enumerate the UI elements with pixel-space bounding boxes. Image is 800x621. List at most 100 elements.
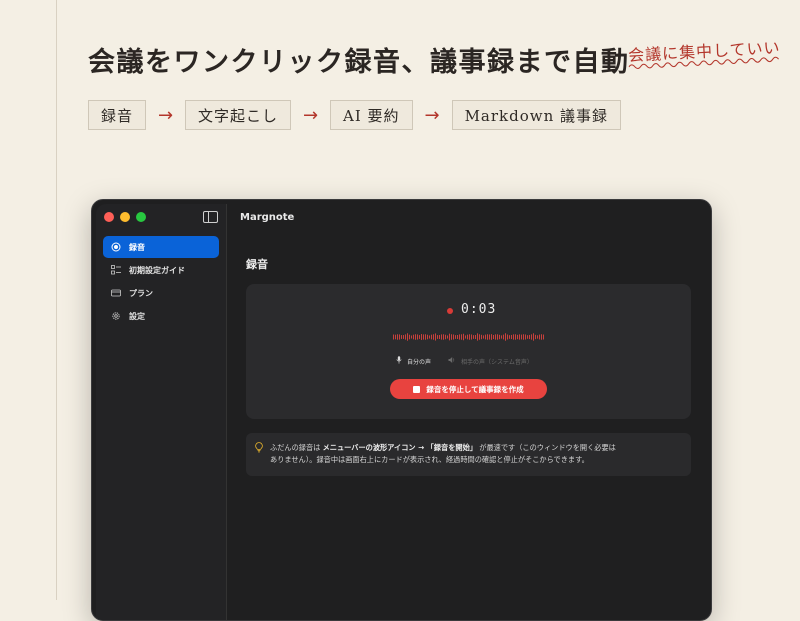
tip-line-1: ふだんの録音は メニューバーの波形アイコン → 「録音を開始」 が最速です（この… (270, 443, 616, 452)
sidebar-item-setup-guide[interactable]: 初期設定ガイド (103, 259, 219, 281)
source-system-audio[interactable]: 相手の声（システム音声） (448, 356, 533, 366)
waveform-bar (531, 334, 532, 340)
waveform-bar (447, 335, 448, 339)
waveform-bar (433, 334, 434, 340)
speaker-icon (448, 356, 456, 366)
margin-line (56, 0, 57, 600)
waveform-bar (417, 334, 418, 340)
app-title: Margnote (240, 212, 295, 223)
waveform-bar (475, 334, 476, 340)
waveform-bar (411, 335, 412, 339)
waveform-bar (437, 335, 438, 339)
section-title: 録音 (246, 258, 268, 271)
waveform-bar (529, 334, 530, 340)
waveform-bar (509, 335, 510, 339)
arrow-icon: → (424, 104, 440, 126)
waveform-bar (481, 334, 482, 340)
waveform-bar (503, 334, 504, 340)
waveform-bar (415, 334, 416, 340)
waveform-bar (443, 334, 444, 340)
tip-highlight: メニューバーの波形アイコン → 「録音を開始」 (322, 443, 477, 452)
flow-step-minutes: Markdown 議事録 (451, 100, 622, 130)
stop-and-create-minutes-button[interactable]: 録音を停止して議事録を作成 (390, 379, 547, 399)
waveform-bar (407, 333, 408, 341)
flow-step-transcribe: 文字起こし (185, 100, 292, 130)
waveform-bar (543, 334, 544, 340)
waveform-bar (403, 335, 404, 339)
waveform-bar (497, 334, 498, 340)
waveform-bar (465, 335, 466, 339)
waveform-bar (401, 335, 402, 339)
waveform-bar (423, 334, 424, 340)
waveform-bar (449, 333, 450, 341)
waveform-bar (493, 334, 494, 340)
minimize-window-button[interactable] (120, 212, 130, 222)
mic-icon (396, 356, 402, 366)
sidebar-item-plan[interactable]: プラン (103, 282, 219, 304)
waveform-bar (495, 334, 496, 340)
waveform-bar (463, 333, 464, 341)
waveform-bar (409, 334, 410, 340)
waveform-bar (521, 334, 522, 340)
stop-button-label: 録音を停止して議事録を作成 (426, 384, 524, 394)
sidebar-item-label: 録音 (129, 242, 145, 252)
waveform-bar (519, 334, 520, 340)
waveform-bar (429, 335, 430, 339)
waveform-bar (525, 334, 526, 340)
waveform-bar (483, 335, 484, 339)
flow-step-summary: AI 要約 (330, 100, 413, 130)
waveform-bar (435, 333, 436, 341)
close-window-button[interactable] (104, 212, 114, 222)
waveform-bar (513, 334, 514, 340)
waveform-bar (439, 335, 440, 339)
waveform-bar (445, 334, 446, 340)
gear-icon (111, 311, 121, 321)
arrow-icon: → (157, 104, 174, 126)
zoom-window-button[interactable] (136, 212, 146, 222)
arrow-icon: → (302, 104, 319, 126)
waveform-bar (393, 334, 394, 340)
record-icon (111, 242, 121, 252)
waveform-bar (421, 334, 422, 340)
waveform-bar (477, 333, 478, 341)
stop-icon (413, 385, 421, 393)
headline: 会議をワンクリック録音、議事録まで自動 (88, 47, 630, 78)
waveform-bar (453, 334, 454, 340)
waveform-bar (473, 335, 474, 339)
checklist-icon (111, 265, 121, 275)
source-label: 相手の声（システム音声） (461, 358, 533, 366)
sidebar-item-record[interactable]: 録音 (103, 236, 219, 258)
recording-card: 0:03 自分の声 相手の声（システム音声） 録音を停止して議事録を作成 (246, 284, 691, 419)
waveform-bar (459, 334, 460, 340)
recording-indicator (447, 308, 453, 314)
flow-step-record: 録音 (88, 100, 147, 130)
waveform-bar (419, 335, 420, 339)
waveform-bar (405, 334, 406, 340)
waveform-bar (507, 334, 508, 340)
waveform-bar (469, 334, 470, 340)
waveform-bar (499, 334, 500, 340)
recording-timer: 0:03 (461, 302, 497, 317)
card-icon (111, 288, 121, 298)
waveform-bar (541, 334, 542, 340)
waveform-bar (539, 334, 540, 340)
app-window: 録音 初期設定ガイド プラン 設定 Margnote 録音 0:03 自分の声 … (91, 199, 712, 621)
waveform-bar (533, 333, 534, 341)
waveform-bar (427, 334, 428, 340)
sidebar-item-label: プラン (129, 288, 153, 298)
sidebar-toggle-icon[interactable] (203, 211, 218, 223)
waveform-bar (451, 334, 452, 340)
waveform-bar (537, 335, 538, 339)
waveform-bar (441, 334, 442, 340)
waveform-bar (397, 334, 398, 340)
tip-box: ふだんの録音は メニューバーの波形アイコン → 「録音を開始」 が最速です（この… (246, 433, 691, 476)
waveform-bar (491, 334, 492, 340)
waveform-bar (431, 334, 432, 340)
waveform-bar (485, 334, 486, 340)
waveform-bar (461, 334, 462, 340)
sidebar-item-settings[interactable]: 設定 (103, 305, 219, 327)
waveform-bar (395, 334, 396, 340)
sidebar: 録音 初期設定ガイド プラン 設定 (96, 204, 227, 620)
source-my-voice[interactable]: 自分の声 (396, 356, 431, 366)
audio-waveform (393, 333, 544, 341)
